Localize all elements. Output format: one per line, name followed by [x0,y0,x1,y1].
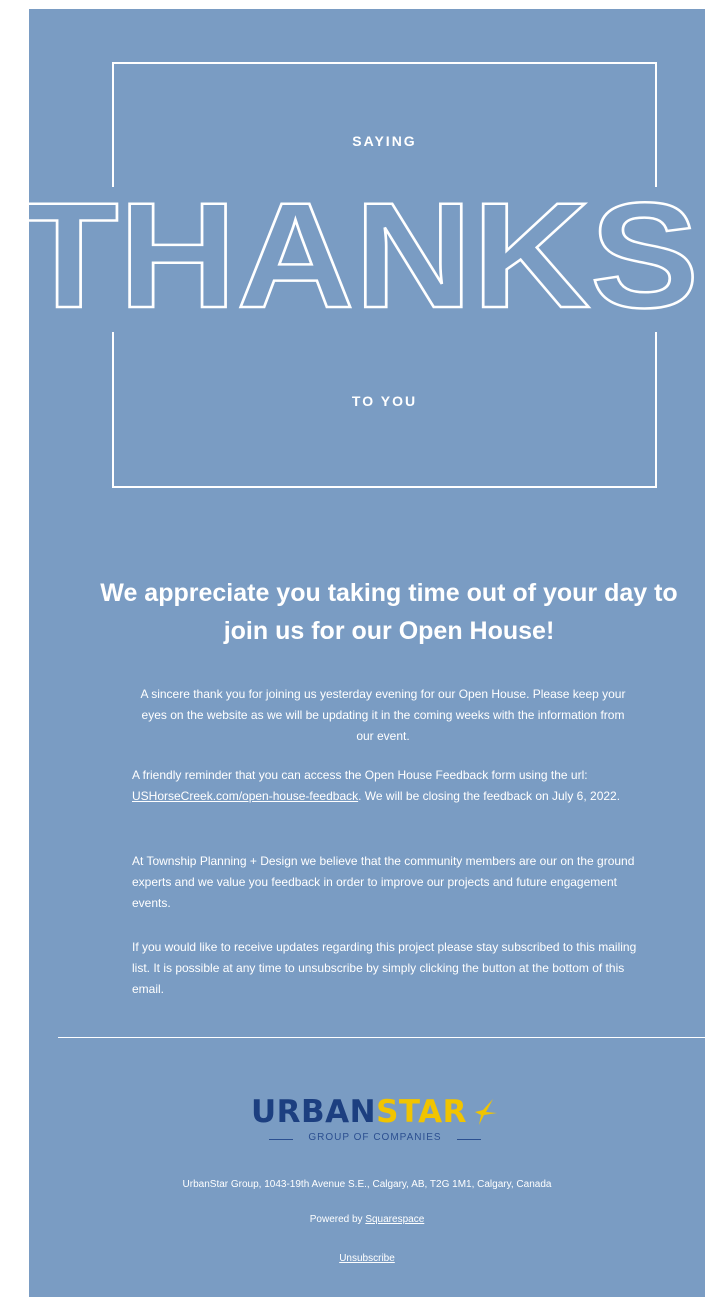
headline-line-1: We appreciate you taking time out of you… [100,579,678,607]
logo-wordmark: URBANSTAR [251,1094,467,1130]
community-paragraph: At Township Planning + Design we believe… [132,854,635,910]
urbanstar-logo: URBANSTAR GROUP OF COMPANIES [251,1094,521,1154]
unsubscribe-link[interactable]: Unsubscribe [339,1253,395,1264]
thanks-outline-text: THANKS [29,189,699,329]
reminder-text-before: A friendly reminder that you can access … [132,768,588,782]
logo-star-text: STAR [376,1094,468,1130]
intro-paragraph: A sincere thank you for joining us yeste… [140,687,626,743]
star-icon [475,1099,497,1125]
powered-by-label: Powered by [309,1214,366,1225]
footer-unsubscribe: Unsubscribe [29,1253,705,1264]
section-divider [58,1037,705,1038]
feedback-form-link[interactable]: USHorseCreek.com/open-house-feedback [132,789,358,803]
hero-thanks-word: THANKS [29,189,700,329]
hero-to-you-text: TO YOU [351,393,418,409]
headline: We appreciate you taking time out of you… [29,574,705,650]
headline-line-2: join us for our Open House! [223,617,555,645]
updates-paragraph: If you would like to receive updates reg… [132,940,637,996]
reminder-text-after: . We will be closing the feedback on Jul… [358,789,621,803]
email-body: SAYING THANKS TO YOU We appreciate you t… [29,9,705,1297]
footer-powered-by: Powered by Squarespace [29,1214,705,1225]
logo-subtitle: GROUP OF COMPANIES [269,1132,481,1143]
footer-address: UrbanStar Group, 1043-19th Avenue S.E., … [182,1179,552,1190]
reminder-paragraph: A friendly reminder that you can access … [132,765,652,807]
hero-saying-text: SAYING [352,133,417,149]
logo-urban-text: URBAN [251,1094,377,1130]
squarespace-link[interactable]: Squarespace [365,1214,424,1225]
